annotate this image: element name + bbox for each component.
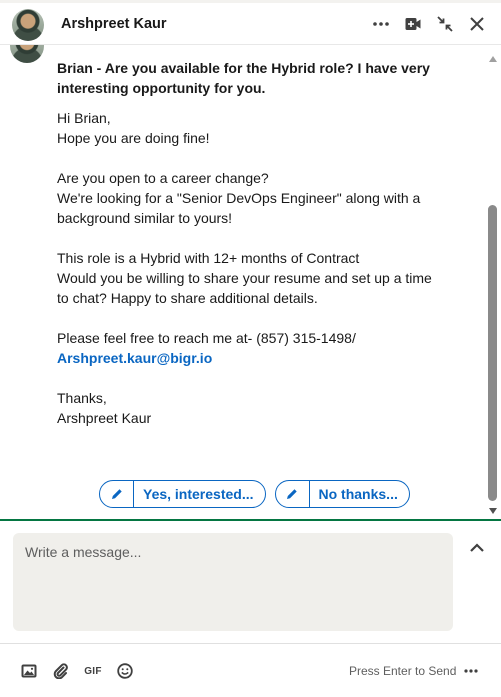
message-subject: Brian - Are you available for the Hybrid… xyxy=(57,60,430,96)
gif-label: GIF xyxy=(84,665,102,677)
contact-line-text: Please feel free to reach me at- (857) 3… xyxy=(57,330,356,346)
scroll-up-arrow-icon[interactable] xyxy=(489,56,497,62)
scroll-down-arrow-icon[interactable] xyxy=(489,508,497,514)
more-options-icon[interactable] xyxy=(369,12,393,36)
conversation-header: Arshpreet Kaur xyxy=(0,3,501,45)
pencil-icon xyxy=(100,481,134,507)
email-link[interactable]: Arshpreet.kaur@bigr.io xyxy=(57,350,212,366)
compose-divider xyxy=(0,519,501,521)
pencil-icon xyxy=(276,481,310,507)
quick-replies: Yes, interested... No thanks... xyxy=(99,480,410,508)
scrollbar-thumb[interactable] xyxy=(488,205,497,501)
no-thanks-label: No thanks... xyxy=(318,486,398,502)
gif-icon[interactable]: GIF xyxy=(82,660,104,682)
contact-avatar[interactable] xyxy=(12,9,44,41)
yes-interested-label: Yes, interested... xyxy=(143,486,254,502)
send-options-icon[interactable] xyxy=(460,660,482,682)
message-thread: Brian - Are you available for the Hybrid… xyxy=(0,45,486,520)
close-icon[interactable] xyxy=(465,12,489,36)
attach-image-icon[interactable] xyxy=(18,660,40,682)
message-line: Are you open to a career change? xyxy=(57,170,269,186)
message-input[interactable] xyxy=(13,533,453,631)
no-thanks-button[interactable]: No thanks... xyxy=(274,480,410,508)
thread-scrollbar[interactable] xyxy=(486,45,500,520)
message-line: Hi Brian, xyxy=(57,110,111,126)
message-line: Hope you are doing fine! xyxy=(57,130,210,146)
sender-avatar[interactable] xyxy=(10,45,44,63)
yes-interested-button[interactable]: Yes, interested... xyxy=(99,480,266,508)
message-line: Would you be willing to share your resum… xyxy=(57,270,432,306)
message-compose-box[interactable] xyxy=(13,533,453,631)
expand-compose-icon[interactable] xyxy=(466,537,488,559)
message-line: Thanks, xyxy=(57,390,107,406)
message-line: We're looking for a "Senior DevOps Engin… xyxy=(57,190,421,226)
contact-name[interactable]: Arshpreet Kaur xyxy=(61,16,167,32)
compose-toolbar: GIF Press Enter to Send xyxy=(0,644,501,697)
message-line: This role is a Hybrid with 12+ months of… xyxy=(57,250,360,266)
video-call-icon[interactable] xyxy=(401,12,425,36)
message-body: Hi Brian, Hope you are doing fine! Are y… xyxy=(57,108,437,428)
send-hint-text: Press Enter to Send xyxy=(349,664,457,678)
attach-file-icon[interactable] xyxy=(50,660,72,682)
message-line: Arshpreet Kaur xyxy=(57,410,152,426)
contact-line: Please feel free to reach me at- (857) 3… xyxy=(57,328,437,368)
minimize-icon[interactable] xyxy=(433,12,457,36)
emoji-icon[interactable] xyxy=(114,660,136,682)
